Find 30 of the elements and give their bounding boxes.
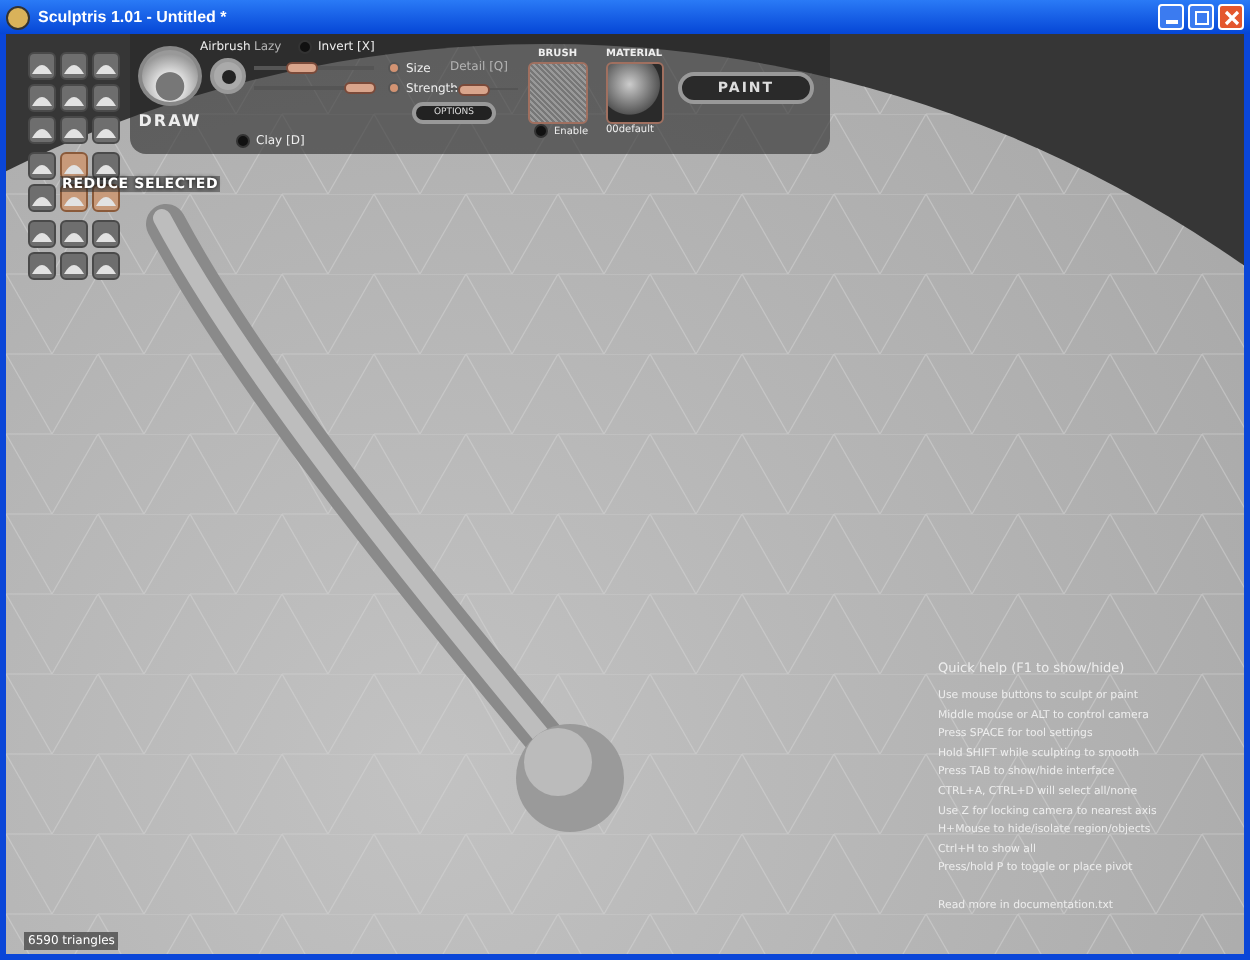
tool-button[interactable] [28,116,56,144]
app-icon [6,5,30,29]
tool-button[interactable] [60,52,88,80]
tool-button[interactable] [28,252,56,280]
maximize-button[interactable] [1188,4,1214,30]
minimize-button[interactable] [1158,4,1184,30]
tool-button[interactable] [92,116,120,144]
brush-name: DRAW [138,112,202,130]
maximize-icon [1193,9,1209,25]
tool-button[interactable] [28,220,56,248]
tool-button[interactable] [28,152,56,180]
slider-handle[interactable] [286,62,318,74]
close-button[interactable] [1218,4,1244,30]
tool-button[interactable] [60,84,88,112]
material-sphere-swatch[interactable] [606,62,664,124]
tool-button[interactable] [28,184,56,212]
tool-button[interactable] [60,116,88,144]
tool-button[interactable] [92,52,120,80]
tool-button[interactable] [92,84,120,112]
close-icon [1223,9,1239,25]
brush-texture-swatch[interactable] [528,62,588,124]
tool-button[interactable] [60,220,88,248]
tool-button[interactable] [92,252,120,280]
tool-button[interactable] [60,252,88,280]
tool-button[interactable] [28,52,56,80]
window-title: Sculptris 1.01 - Untitled * [38,8,227,26]
minimize-icon [1165,20,1177,24]
tool-button[interactable] [28,84,56,112]
slider-handle[interactable] [343,82,376,94]
tool-button[interactable] [92,220,120,248]
